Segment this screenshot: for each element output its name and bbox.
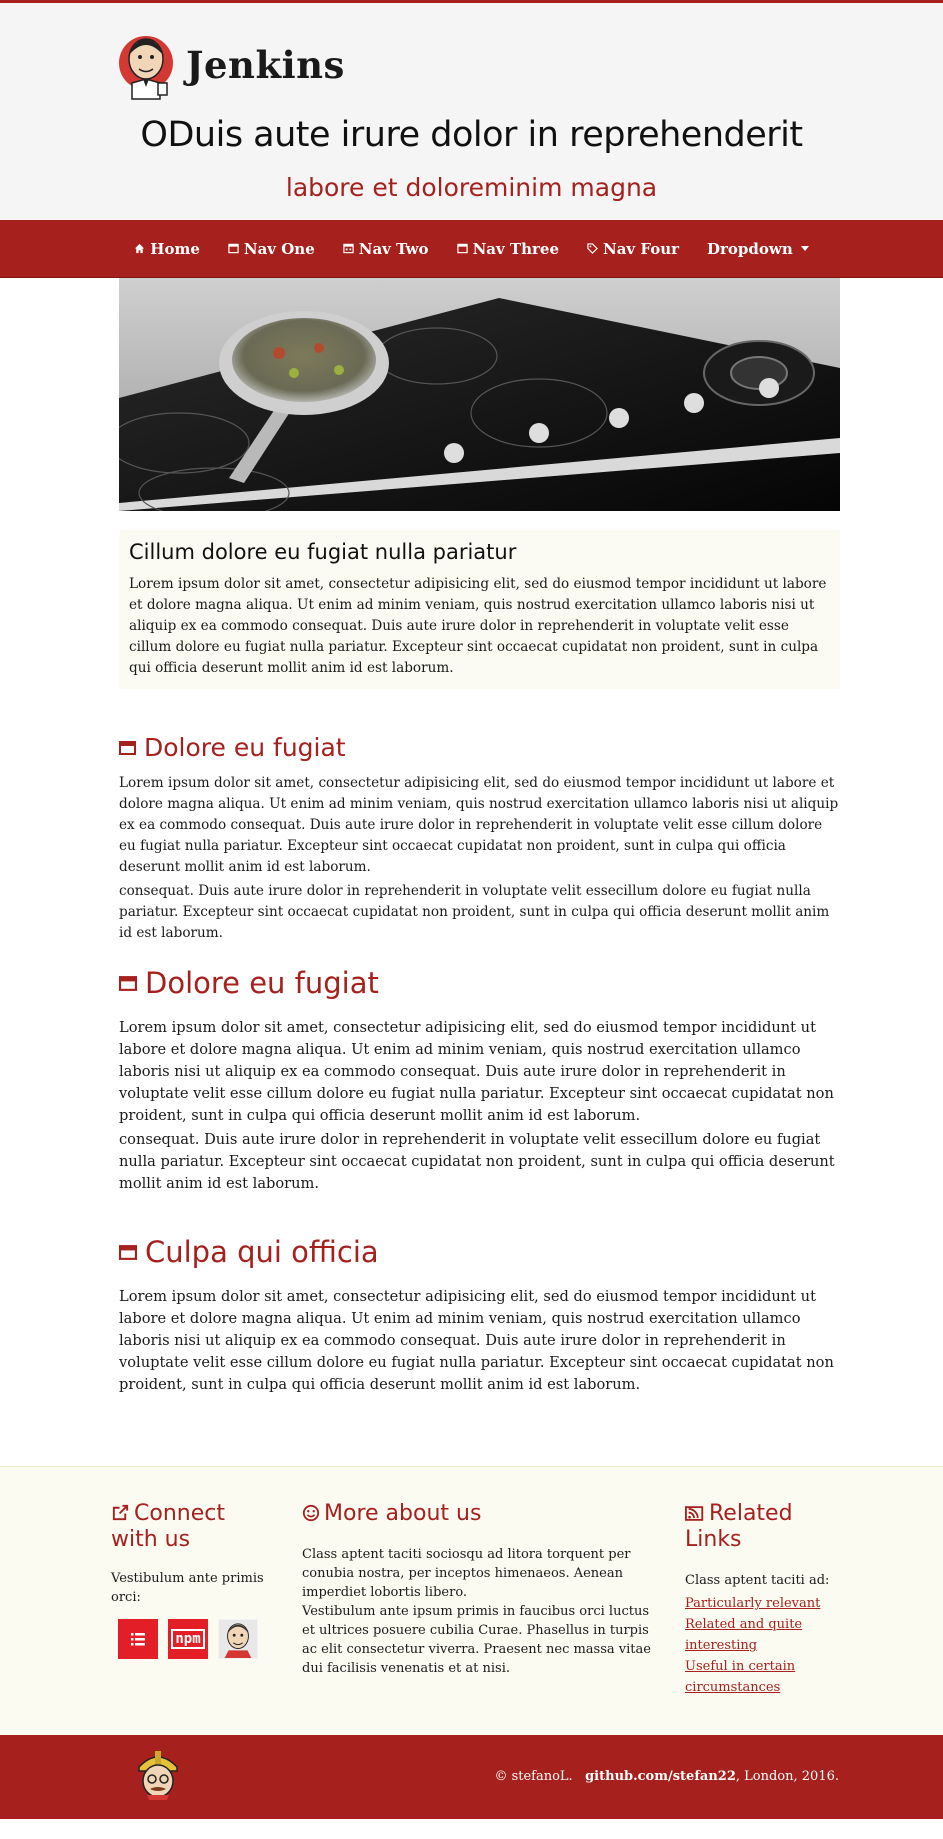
section-paragraph: Lorem ipsum dolor sit amet, consectetur … xyxy=(119,1019,834,1124)
smile-icon xyxy=(302,1504,320,1522)
window-icon xyxy=(228,243,239,254)
intro-title: Cillum dolore eu fugiat nulla pariatur xyxy=(129,540,517,564)
nav-home-label: Home xyxy=(150,239,200,258)
section-heading: Culpa qui officia xyxy=(119,1235,840,1269)
nav-one[interactable]: Nav One xyxy=(214,240,329,258)
npm-icon[interactable]: npm xyxy=(168,1619,208,1659)
footer-connect: Connect with us Vestibulum ante primis o… xyxy=(111,1501,276,1659)
related-link[interactable]: Particularly relevant xyxy=(685,1593,845,1614)
nav-two[interactable]: Nav Two xyxy=(329,240,443,258)
section-one: Dolore eu fugiat Lorem ipsum dolor sit a… xyxy=(119,733,840,944)
nav-dropdown-label: Dropdown xyxy=(707,239,793,258)
github-link[interactable]: github.com/stefan22 xyxy=(585,1769,736,1784)
rss-icon xyxy=(685,1506,704,1521)
bottom-bar: © stefanoL. github.com/stefan22, London,… xyxy=(0,1735,943,1819)
section-heading-text: Culpa qui officia xyxy=(145,1235,379,1269)
footer-about: More about us Class aptent taciti socios… xyxy=(302,1501,652,1678)
nav-three-label: Nav Three xyxy=(472,239,559,258)
footer: Connect with us Vestibulum ante primis o… xyxy=(0,1466,943,1735)
nav-three[interactable]: Nav Three xyxy=(443,240,573,258)
related-link[interactable]: Useful in certain circumstances xyxy=(685,1656,845,1698)
site-title: ODuis aute irure dolor in reprehenderit xyxy=(140,115,803,155)
section-paragraph: consequat. Duis aute irure dolor in repr… xyxy=(119,883,830,941)
copyright-suffix: , London, 2016. xyxy=(735,1769,839,1784)
section-heading-text: Dolore eu fugiat xyxy=(144,733,346,762)
section-two: Dolore eu fugiat Lorem ipsum dolor sit a… xyxy=(119,966,840,1195)
nav-one-label: Nav One xyxy=(243,239,315,258)
about-heading-text: More about us xyxy=(324,1501,482,1526)
logo-text: Jenkins xyxy=(186,43,345,87)
calendar-icon xyxy=(343,243,354,254)
window-icon xyxy=(119,1244,137,1260)
external-link-icon xyxy=(112,1504,129,1521)
related-heading: Related Links xyxy=(685,1501,845,1553)
caret-down-icon xyxy=(800,246,809,251)
npm-label: npm xyxy=(171,1629,205,1649)
site-header: Jenkins ODuis aute irure dolor in repreh… xyxy=(0,3,943,220)
window-icon xyxy=(119,740,136,755)
window-icon xyxy=(119,975,137,991)
nav-home[interactable]: Home xyxy=(120,240,214,258)
social-links: npm xyxy=(118,1619,276,1659)
related-text: Class aptent taciti ad: xyxy=(685,1573,830,1588)
connect-text: Vestibulum ante primis orci: xyxy=(111,1571,264,1605)
nav-four-label: Nav Four xyxy=(603,239,680,258)
intro-text: Lorem ipsum dolor sit amet, consectetur … xyxy=(129,576,827,676)
jenkins-avatar-glyph xyxy=(219,1620,257,1658)
tag-icon xyxy=(587,243,598,254)
nav-dropdown[interactable]: Dropdown xyxy=(693,240,823,258)
connect-heading: Connect with us xyxy=(111,1501,276,1553)
intro-box: Cillum dolore eu fugiat nulla pariatur L… xyxy=(119,530,840,689)
section-paragraph: Lorem ipsum dolor sit amet, consectetur … xyxy=(119,775,839,875)
about-text: Vestibulum ante ipsum primis in faucibus… xyxy=(302,1604,651,1676)
section-three: Culpa qui officia Lorem ipsum dolor sit … xyxy=(119,1235,840,1396)
about-text: Class aptent taciti sociosqu ad litora t… xyxy=(302,1547,631,1600)
about-heading: More about us xyxy=(302,1501,652,1527)
section-heading: Dolore eu fugiat xyxy=(119,733,840,762)
site-subtitle: labore et doloreminim magna xyxy=(285,173,658,202)
related-link[interactable]: Related and quite interesting xyxy=(685,1614,845,1656)
nav-two-label: Nav Two xyxy=(358,239,429,258)
jenkins-hardhat-icon xyxy=(138,1751,178,1800)
section-paragraph: Lorem ipsum dolor sit amet, consectetur … xyxy=(119,1288,834,1393)
window-icon xyxy=(456,243,468,254)
copyright-prefix: © stefanoL. xyxy=(494,1769,573,1784)
copyright: © stefanoL. github.com/stefan22, London,… xyxy=(494,1769,839,1784)
main-content: Cillum dolore eu fugiat nulla pariatur L… xyxy=(119,278,840,1396)
jenkins-avatar-icon[interactable] xyxy=(218,1619,258,1659)
main-nav: Home Nav One Nav Two Nav Three Nav Four … xyxy=(0,220,943,278)
nav-four[interactable]: Nav Four xyxy=(573,240,693,258)
section-heading: Dolore eu fugiat xyxy=(119,966,840,1000)
section-paragraph: consequat. Duis aute irure dolor in repr… xyxy=(119,1131,835,1192)
section-heading-text: Dolore eu fugiat xyxy=(145,966,379,1000)
footer-related: Related Links Class aptent taciti ad: Pa… xyxy=(685,1501,845,1698)
home-icon xyxy=(135,243,145,254)
logo[interactable]: Jenkins xyxy=(118,29,345,101)
list-icon-glyph xyxy=(131,1633,145,1646)
jenkins-logo-icon xyxy=(119,36,173,100)
list-icon[interactable] xyxy=(118,1619,158,1659)
hero-image xyxy=(119,278,840,511)
